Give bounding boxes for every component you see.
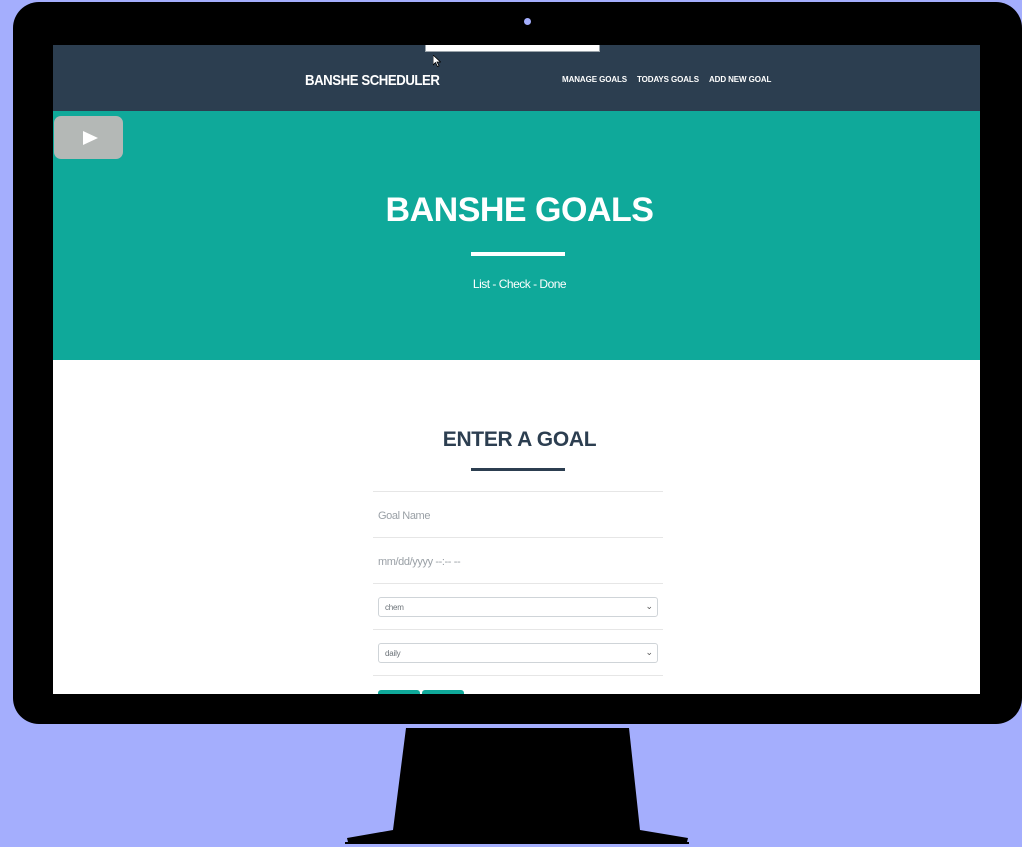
video-play-button[interactable] bbox=[54, 116, 123, 159]
chevron-down-icon: ⌄ bbox=[645, 601, 653, 611]
goal-name-input[interactable]: Goal Name bbox=[373, 491, 663, 537]
datetime-input[interactable]: mm/dd/yyyy --:-- -- bbox=[373, 537, 663, 583]
browser-viewport: BANSHE SCHEDULER MANAGE GOALS TODAYS GOA… bbox=[53, 45, 980, 694]
nav-add-new-goal[interactable]: ADD NEW GOAL bbox=[709, 75, 771, 84]
overlay-strip bbox=[425, 45, 600, 52]
goal-name-placeholder: Goal Name bbox=[378, 510, 431, 522]
reset-goal-button[interactable] bbox=[422, 690, 464, 694]
frequency-selected-value: daily bbox=[385, 649, 401, 658]
play-icon bbox=[83, 131, 98, 145]
navbar: BANSHE SCHEDULER MANAGE GOALS TODAYS GOA… bbox=[53, 45, 980, 111]
hero-subtitle: List - Check - Done bbox=[472, 277, 567, 291]
category-selected-value: chem bbox=[385, 603, 404, 612]
nav-links: MANAGE GOALS TODAYS GOALS ADD NEW GOAL bbox=[562, 75, 771, 84]
form-title-divider bbox=[471, 468, 565, 471]
submit-goal-button[interactable] bbox=[378, 690, 420, 694]
brand-logo-text[interactable]: BANSHE SCHEDULER bbox=[305, 72, 440, 89]
category-row: chem ⌄ bbox=[373, 583, 663, 629]
hero-divider bbox=[471, 252, 565, 256]
nav-todays-goals[interactable]: TODAYS GOALS bbox=[637, 75, 699, 84]
nav-manage-goals[interactable]: MANAGE GOALS bbox=[562, 75, 627, 84]
goal-form: Goal Name mm/dd/yyyy --:-- -- chem ⌄ dai… bbox=[373, 491, 663, 694]
category-select[interactable]: chem ⌄ bbox=[378, 597, 658, 617]
mouse-cursor-icon bbox=[433, 55, 441, 67]
datetime-placeholder: mm/dd/yyyy --:-- -- bbox=[378, 556, 461, 568]
hero-title: BANSHE GOALS bbox=[385, 191, 654, 229]
frequency-select[interactable]: daily ⌄ bbox=[378, 643, 658, 663]
frequency-row: daily ⌄ bbox=[373, 629, 663, 675]
form-title: ENTER A GOAL bbox=[442, 428, 597, 451]
chevron-down-icon: ⌄ bbox=[645, 647, 653, 657]
hero-section: BANSHE GOALS List - Check - Done bbox=[53, 111, 980, 360]
